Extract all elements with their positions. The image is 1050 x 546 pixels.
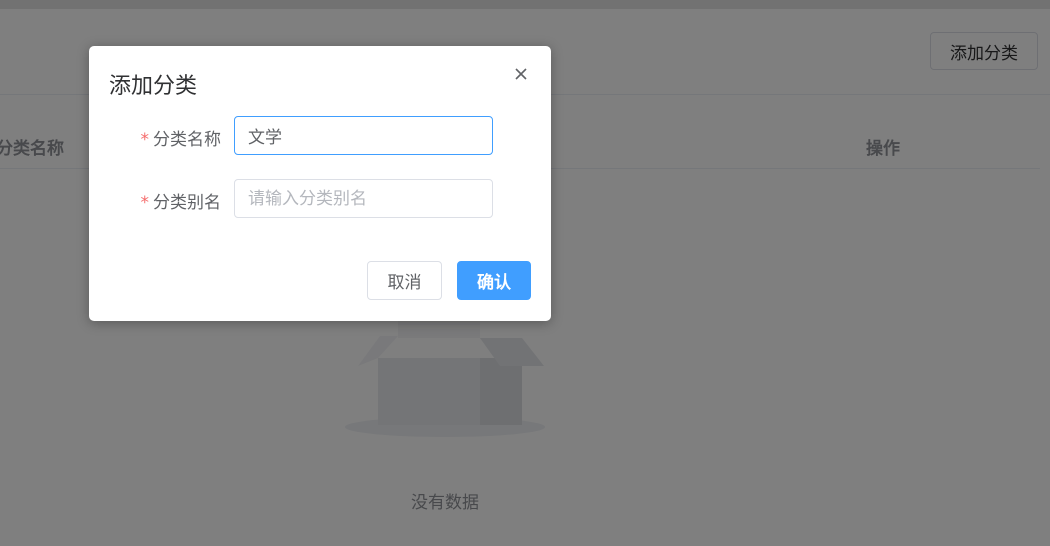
close-icon[interactable]: [511, 64, 531, 84]
required-mark: *: [140, 193, 150, 213]
category-alias-label-text: 分类别名: [153, 193, 221, 213]
add-category-dialog: 添加分类 *分类名称 *分类别名 取消 确认: [89, 46, 551, 321]
category-alias-input[interactable]: [234, 179, 493, 218]
dialog-title: 添加分类: [109, 74, 198, 99]
category-name-label-text: 分类名称: [153, 130, 221, 150]
category-name-label: * 分类名称: [97, 125, 222, 150]
cancel-button[interactable]: 取消: [367, 261, 442, 300]
required-mark: *: [140, 130, 150, 150]
category-name-input[interactable]: [234, 116, 493, 155]
confirm-button[interactable]: 确认: [457, 261, 531, 300]
category-alias-label: * 分类别名: [97, 188, 222, 213]
